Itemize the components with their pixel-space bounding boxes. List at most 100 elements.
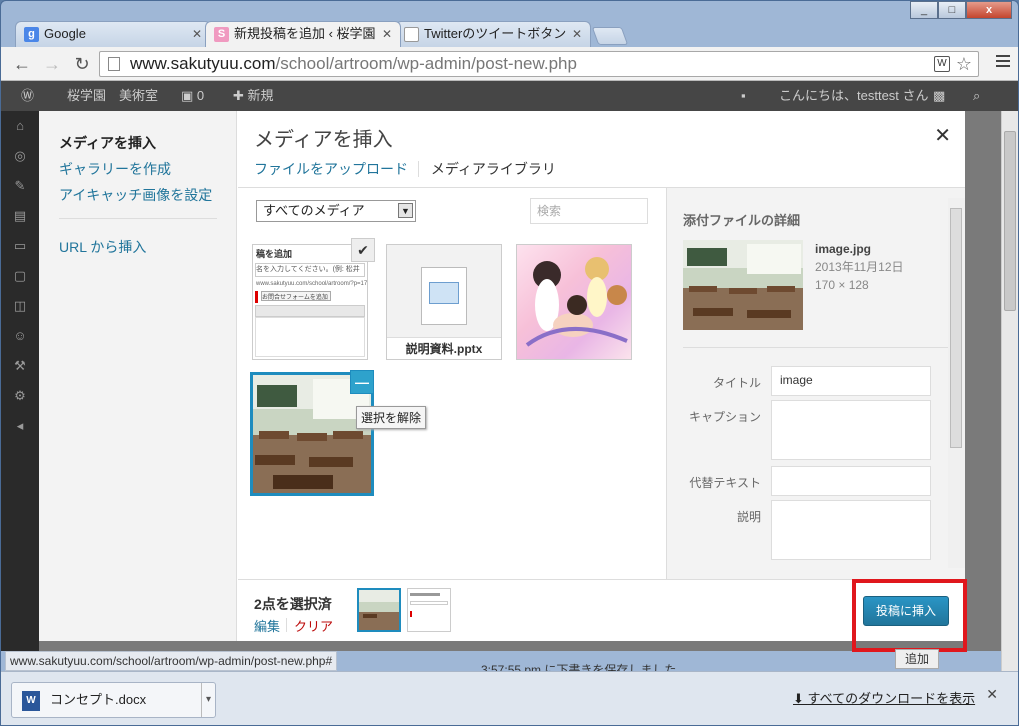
- alt-text-input[interactable]: [771, 466, 931, 496]
- tab-upload-files[interactable]: ファイルをアップロード: [254, 161, 419, 177]
- title-label: タイトル: [712, 376, 761, 390]
- illustration-image: [525, 257, 628, 347]
- alt-text-label: 代替テキスト: [689, 476, 761, 490]
- tab-close-icon[interactable]: ✕: [192, 22, 202, 46]
- media-filter-select[interactable]: すべてのメディア ▼: [256, 200, 416, 222]
- chrome-menu-icon[interactable]: [996, 55, 1010, 70]
- tab-google[interactable]: g Google ✕: [15, 21, 211, 47]
- posts-icon[interactable]: ✎: [1, 171, 39, 201]
- mini-classroom-image: [359, 590, 399, 630]
- wordpress-logo-icon[interactable]: Ⓦ: [21, 81, 34, 111]
- deselect-minus-icon[interactable]: —: [350, 370, 374, 394]
- tab-media-library[interactable]: メディアライブラリ: [431, 161, 556, 177]
- description-label: 説明: [736, 510, 761, 524]
- menu-featured-image[interactable]: アイキャッチ画像を設定: [59, 185, 212, 205]
- close-shelf-icon[interactable]: ✕: [986, 686, 998, 703]
- comment-count: 0: [196, 88, 205, 103]
- jetpack-icon[interactable]: ◎: [1, 141, 39, 171]
- site-name-link[interactable]: 桜学園 美術室: [67, 81, 158, 111]
- comments-link[interactable]: ▣ 0: [181, 81, 204, 111]
- document-icon: [421, 267, 467, 325]
- selection-count: 2点を選択済: [254, 596, 332, 612]
- tab-label: Twitterのツイートボタン: [424, 26, 567, 41]
- download-item[interactable]: W コンセプト.docx ▾: [11, 682, 216, 718]
- forward-arrow-icon[interactable]: →: [41, 53, 63, 75]
- description-textarea[interactable]: [771, 500, 931, 560]
- menu-insert-media[interactable]: メディアを挿入: [59, 133, 156, 153]
- media-icon[interactable]: ▤: [1, 201, 39, 231]
- bookmark-star-icon[interactable]: ☆: [956, 52, 972, 76]
- media-search-input[interactable]: 検索: [530, 198, 648, 224]
- add-button[interactable]: 追加: [895, 649, 939, 669]
- tab-close-icon[interactable]: ✕: [382, 22, 392, 46]
- pages-icon[interactable]: ▭: [1, 231, 39, 261]
- new-tab-button[interactable]: [591, 27, 629, 45]
- tab-new-post[interactable]: S 新規投稿を追加 ‹ 桜学園 ✕: [205, 21, 401, 47]
- show-all-label: すべてのダウンロードを表示: [807, 691, 976, 706]
- selection-thumb-classroom[interactable]: [357, 588, 401, 632]
- avatar[interactable]: ▩: [933, 81, 945, 111]
- tab-strip: g Google ✕ S 新規投稿を追加 ‹ 桜学園 ✕ Twitterのツイー…: [15, 21, 629, 47]
- menu-create-gallery[interactable]: ギャラリーを作成: [59, 159, 171, 179]
- dropdown-arrow-icon: ▼: [398, 203, 413, 218]
- maximize-button[interactable]: □: [938, 1, 966, 19]
- users-icon[interactable]: ☺: [1, 321, 39, 351]
- comment-icon: ▣: [181, 88, 197, 103]
- site-favicon-icon: S: [214, 27, 229, 42]
- scrollbar-thumb[interactable]: [1004, 131, 1016, 311]
- browser-window: _ □ x g Google ✕ S 新規投稿を追加 ‹ 桜学園 ✕ Twitt…: [0, 0, 1019, 726]
- close-icon[interactable]: ✕: [934, 123, 951, 148]
- tools-icon[interactable]: ⚒: [1, 351, 39, 381]
- thumb-text-input: 名を入力してください。(例: 松井: [255, 263, 365, 277]
- edit-selection-link[interactable]: 編集: [254, 616, 280, 635]
- extension-icon[interactable]: W: [934, 56, 950, 72]
- tab-twitter[interactable]: Twitterのツイートボタン ✕: [395, 21, 591, 47]
- dashboard-icon[interactable]: ⌂: [1, 111, 39, 141]
- settings-icon[interactable]: ⚙: [1, 381, 39, 411]
- selection-thumb-screenshot[interactable]: [407, 588, 451, 632]
- pptx-filename: 説明資料.pptx: [387, 337, 501, 359]
- download-menu-arrow-icon[interactable]: ▾: [200, 683, 211, 717]
- reload-icon[interactable]: ↻: [71, 53, 93, 75]
- caption-textarea[interactable]: [771, 400, 931, 460]
- new-content-link[interactable]: ✚ 新規: [233, 81, 274, 111]
- checkmark-icon[interactable]: ✔: [351, 238, 375, 262]
- plus-icon: ✚: [233, 88, 248, 103]
- details-heading: 添付ファイルの詳細: [683, 213, 801, 228]
- attachment-pptx[interactable]: 説明資料.pptx: [386, 244, 502, 360]
- mini-line: [410, 593, 440, 596]
- clear-selection-link[interactable]: クリア: [294, 616, 333, 635]
- thumb-text-heading: 稿を追加: [256, 249, 293, 259]
- show-all-downloads-link[interactable]: ⬇ すべてのダウンロードを表示: [793, 688, 975, 707]
- appearance-icon[interactable]: ◫: [1, 291, 39, 321]
- attachment-illustration[interactable]: [516, 244, 632, 360]
- title-input[interactable]: image: [771, 366, 931, 396]
- page-favicon-icon: [404, 27, 419, 42]
- notification-icon[interactable]: ▪: [741, 81, 746, 111]
- window-controls: _ □ x: [910, 1, 1012, 19]
- comments-icon[interactable]: ▢: [1, 261, 39, 291]
- admin-search-icon[interactable]: ⌕: [973, 81, 980, 111]
- collapse-icon[interactable]: ◂: [1, 411, 39, 441]
- page-scrollbar[interactable]: [1001, 111, 1018, 671]
- minimize-button[interactable]: _: [910, 1, 938, 19]
- status-bubble: www.sakutyuu.com/school/artroom/wp-admin…: [5, 651, 338, 671]
- file-meta: image.jpg 2013年11月12日 170 × 128: [815, 240, 904, 294]
- back-arrow-icon[interactable]: ←: [11, 53, 33, 75]
- tab-label: 新規投稿を追加 ‹ 桜学園: [234, 26, 376, 41]
- greeting-link[interactable]: こんにちは、testtest さん: [779, 81, 929, 111]
- highlight-box: [852, 579, 967, 652]
- google-favicon-icon: g: [24, 27, 39, 42]
- details-scrollbar[interactable]: [948, 198, 965, 568]
- thumb-toolbar: [255, 305, 365, 317]
- details-scroll-thumb[interactable]: [950, 208, 962, 448]
- menu-insert-from-url[interactable]: URL から挿入: [59, 237, 146, 257]
- menu-separator: [59, 218, 217, 219]
- address-bar[interactable]: www.sakutyuu.com/school/artroom/wp-admin…: [99, 51, 979, 77]
- window-close-button[interactable]: x: [966, 1, 1012, 19]
- new-label: 新規: [247, 88, 274, 103]
- tab-close-icon[interactable]: ✕: [572, 22, 582, 46]
- slide-icon: [429, 282, 459, 304]
- browser-toolbar: ← → ↻ www.sakutyuu.com/school/artroom/wp…: [1, 47, 1018, 81]
- modal-title: メディアを挿入: [254, 129, 393, 151]
